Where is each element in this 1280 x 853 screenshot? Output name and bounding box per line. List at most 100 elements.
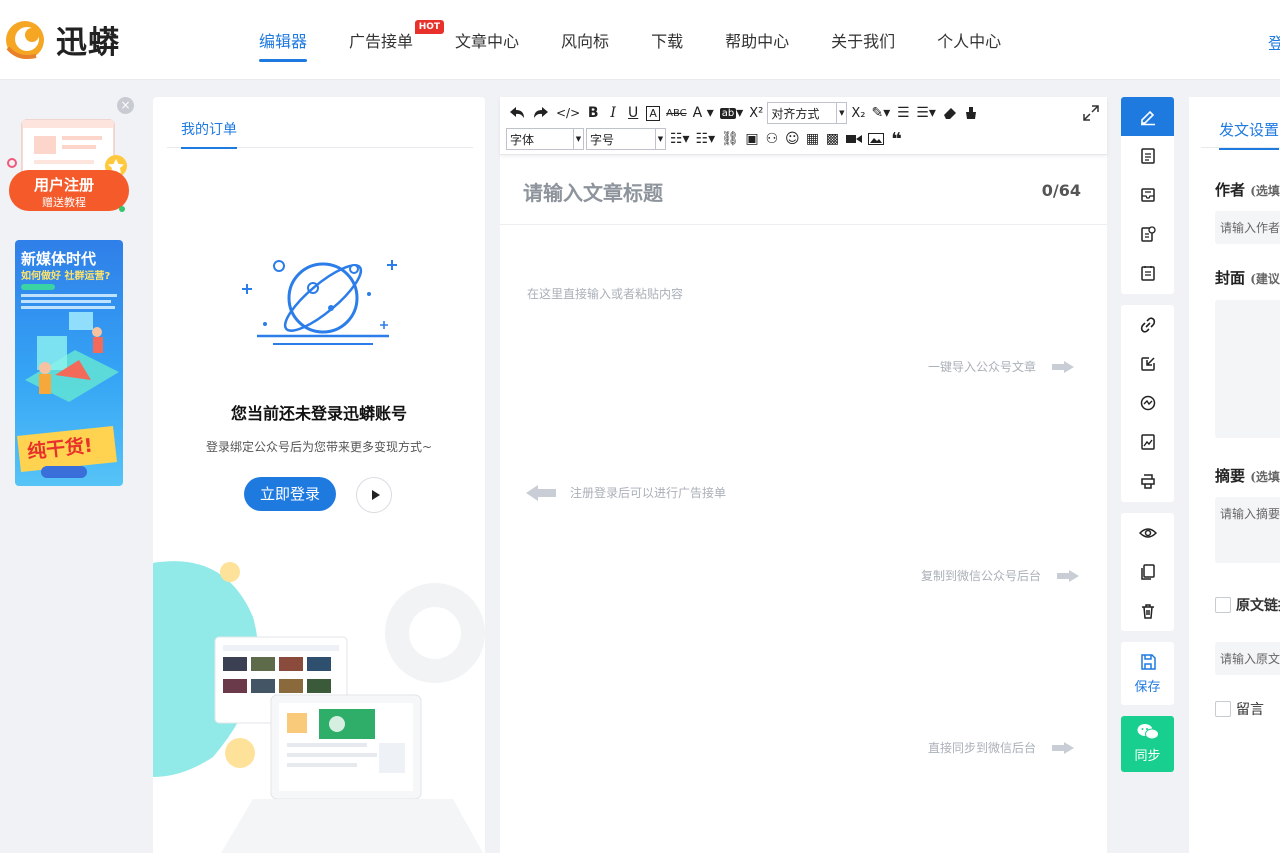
top-bar: 迅蟒 编辑器 广告接单 HOT 文章中心 风向标 下载 帮助中心 关于我们 个人中…: [0, 0, 1280, 80]
format-brush-icon[interactable]: ✎▾: [870, 102, 893, 124]
image-icon[interactable]: [866, 128, 886, 150]
title-input[interactable]: 请输入文章标题: [523, 177, 663, 206]
summary-hint: (选填): [1250, 470, 1280, 484]
material-tool-button[interactable]: [1121, 175, 1174, 214]
nav-trends[interactable]: 风向标: [540, 0, 630, 80]
original-link-check-box[interactable]: [1215, 597, 1231, 613]
undo-icon[interactable]: [506, 102, 528, 124]
indent-icon[interactable]: ☰: [894, 102, 912, 124]
nav-about[interactable]: 关于我们: [810, 0, 916, 80]
settings-tool-button[interactable]: [1121, 214, 1174, 253]
trend-tool-button[interactable]: [1121, 383, 1174, 422]
register-ad-title: 用户注册: [34, 176, 95, 194]
eraser-icon[interactable]: [940, 102, 960, 124]
align-caret-icon: ▼: [836, 103, 846, 123]
orders-panel: 我的订单 您当前还未登录迅蟒账号 登录绑定公众号后为您带来更多变现方式~ 立即登…: [153, 97, 485, 853]
template-tool-button[interactable]: [1121, 136, 1174, 175]
import-tool-button[interactable]: [1121, 344, 1174, 383]
link-icon[interactable]: ⛓: [719, 128, 741, 150]
chain-link-icon: [1140, 316, 1155, 333]
arrow-right-icon: [1052, 741, 1075, 754]
redo-icon[interactable]: [530, 102, 552, 124]
sync-button-label: 同步: [1134, 749, 1161, 764]
comment-check-box[interactable]: [1215, 701, 1231, 717]
source-code-icon[interactable]: </>: [554, 102, 582, 124]
author-input[interactable]: 请输入作者: [1215, 211, 1280, 244]
bullet-list-icon[interactable]: ☷▾: [668, 128, 692, 150]
blockquote-icon[interactable]: ❝: [888, 128, 906, 150]
register-ad[interactable]: 用户注册 赠送教程: [6, 118, 132, 216]
summary-input[interactable]: 请输入摘要: [1215, 497, 1280, 563]
border-text-icon[interactable]: A: [644, 102, 662, 124]
superscript-icon[interactable]: X²: [747, 102, 765, 124]
insert-table-icon[interactable]: ▩: [824, 128, 842, 150]
tab-publish-settings[interactable]: 发文设置: [1219, 119, 1280, 150]
underline-icon[interactable]: U: [624, 102, 642, 124]
sync-button[interactable]: 同步: [1121, 716, 1174, 772]
image-tool-button[interactable]: [1121, 422, 1174, 461]
comment-checkbox[interactable]: 留言: [1215, 699, 1264, 719]
close-ad-icon[interactable]: ×: [117, 97, 134, 114]
cover-upload-area[interactable]: [1215, 300, 1280, 438]
chart-circle-icon: [1140, 395, 1155, 410]
subscript-icon[interactable]: X₂: [849, 102, 867, 124]
highlight-icon[interactable]: ab ▾: [718, 102, 746, 124]
font-caret-icon: ▼: [573, 129, 583, 149]
original-link-input[interactable]: 请输入原文: [1215, 642, 1280, 675]
content-editor[interactable]: 在这里直接输入或者粘贴内容: [527, 285, 683, 302]
pencil-icon: [1140, 110, 1155, 125]
copy-hint[interactable]: 复制到微信公众号后台: [921, 567, 1080, 584]
inbox-icon: [1140, 187, 1155, 202]
edit-tool-button[interactable]: [1121, 97, 1174, 136]
video-icon[interactable]: [844, 128, 864, 150]
nav-profile[interactable]: 个人中心: [916, 0, 1022, 80]
copy-tool-button[interactable]: [1121, 552, 1174, 591]
nav-articles[interactable]: 文章中心: [434, 0, 540, 80]
import-hint[interactable]: 一键导入公众号文章: [928, 358, 1075, 375]
save-button-label: 保存: [1134, 680, 1161, 695]
emoji-icon[interactable]: ☺: [783, 128, 802, 150]
import-hint-label: 一键导入公众号文章: [928, 360, 1037, 374]
nav-editor[interactable]: 编辑器: [238, 0, 328, 80]
author-hint: (选填): [1250, 184, 1280, 198]
font-size-select[interactable]: 字号 ▼: [586, 128, 666, 150]
image-text-icon[interactable]: ▣: [743, 128, 761, 150]
toolbar-row-1: </> B I U A ABC A ▾ ab ▾ X² 对齐方式 ▼ X₂ ✎▾ …: [506, 101, 980, 125]
delete-tool-button[interactable]: [1121, 591, 1174, 630]
search-replace-icon[interactable]: ⚇: [763, 128, 781, 150]
font-family-select[interactable]: 字体 ▼: [506, 128, 584, 150]
line-height-icon[interactable]: ☰▾: [914, 102, 938, 124]
print-tool-button[interactable]: [1121, 461, 1174, 500]
document-icon: [1140, 147, 1155, 164]
login-now-button[interactable]: 立即登录: [244, 477, 336, 511]
editor-panel: </> B I U A ABC A ▾ ab ▾ X² 对齐方式 ▼ X₂ ✎▾ …: [500, 97, 1107, 853]
link-tool-button[interactable]: [1121, 305, 1174, 344]
doc-gear-icon: [1140, 225, 1156, 242]
font-color-icon[interactable]: A ▾: [691, 102, 716, 124]
title-area[interactable]: 请输入文章标题 0/64: [500, 155, 1107, 225]
copy-icon: [1140, 563, 1155, 580]
preview-tool-button[interactable]: [1121, 513, 1174, 552]
italic-icon[interactable]: I: [604, 102, 622, 124]
clear-format-icon[interactable]: [962, 102, 980, 124]
align-select[interactable]: 对齐方式 ▼: [767, 102, 848, 124]
play-video-button[interactable]: [356, 477, 392, 513]
strikethrough-icon[interactable]: ABC: [664, 102, 689, 124]
logo[interactable]: 迅蟒: [2, 17, 120, 62]
table-icon[interactable]: ▦: [804, 128, 822, 150]
media-ad[interactable]: 新媒体时代 如何做好 社群运营? 纯干货!: [15, 240, 123, 486]
nav-profile-label: 个人中心: [937, 32, 1002, 51]
save-button[interactable]: 保存: [1121, 642, 1174, 705]
toolbar-row-2: 字体 ▼ 字号 ▼ ☷▾ ☷▾ ⛓ ▣ ⚇ ☺ ▦ ▩ ❝: [506, 127, 906, 151]
bold-icon[interactable]: B: [584, 102, 602, 124]
nav-ad-orders[interactable]: 广告接单 HOT: [328, 0, 445, 80]
nav-download[interactable]: 下载: [630, 0, 704, 80]
clipboard-tool-button[interactable]: [1121, 253, 1174, 292]
original-link-checkbox[interactable]: 原文链接: [1215, 595, 1280, 615]
numbered-list-icon[interactable]: ☷▾: [694, 128, 718, 150]
fullscreen-icon[interactable]: [1083, 105, 1099, 125]
sync-hint[interactable]: 直接同步到微信后台: [928, 739, 1075, 756]
nav-help[interactable]: 帮助中心: [704, 0, 810, 80]
tab-my-orders[interactable]: 我的订单: [181, 119, 237, 149]
login-link[interactable]: 登: [1268, 30, 1280, 54]
